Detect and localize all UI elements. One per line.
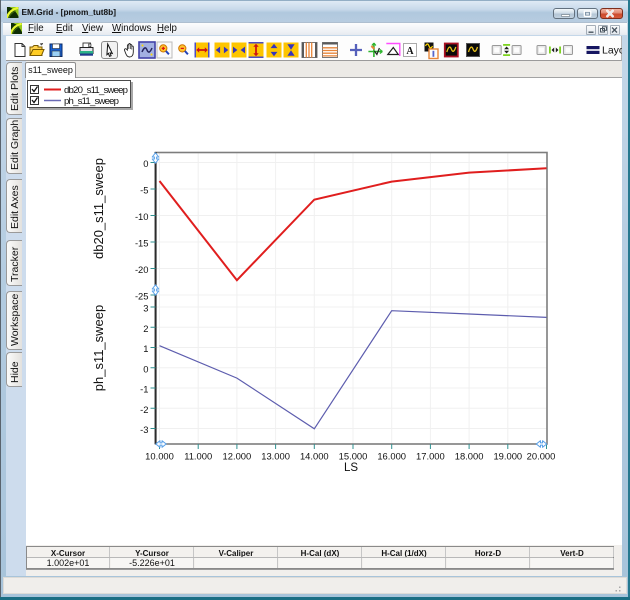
svg-text:ph_s11_sweep: ph_s11_sweep: [64, 96, 119, 107]
svg-text:1: 1: [143, 343, 148, 354]
svg-text:14.000: 14.000: [300, 451, 329, 462]
svg-text:3: 3: [143, 303, 148, 314]
svg-text:-3: -3: [140, 424, 148, 435]
svg-text:17.000: 17.000: [416, 451, 445, 462]
svg-text:-1: -1: [140, 384, 148, 395]
svg-text:-15: -15: [135, 238, 149, 249]
svg-text:ph_s11_sweep: ph_s11_sweep: [91, 305, 106, 392]
svg-text:-5: -5: [140, 185, 148, 196]
svg-text:-25: -25: [135, 291, 149, 302]
svg-text:0: 0: [143, 363, 148, 374]
svg-text:15.000: 15.000: [339, 451, 368, 462]
svg-text:db20_s11_sweep: db20_s11_sweep: [91, 158, 106, 259]
svg-text:-20: -20: [135, 264, 149, 275]
svg-text:Layout: Layout: [602, 44, 622, 56]
svg-text:11.000: 11.000: [184, 451, 212, 462]
svg-text:LS: LS: [344, 462, 358, 474]
svg-text:16.000: 16.000: [377, 451, 406, 462]
svg-text:10.000: 10.000: [145, 451, 174, 462]
svg-text:0: 0: [143, 158, 148, 169]
svg-text:-10: -10: [135, 211, 149, 222]
svg-text:19.000: 19.000: [493, 451, 522, 462]
svg-text:13.000: 13.000: [261, 451, 290, 462]
svg-text:db20_s11_sweep: db20_s11_sweep: [64, 85, 128, 96]
svg-text:12.000: 12.000: [223, 451, 252, 462]
svg-text:20.000: 20.000: [527, 451, 556, 462]
svg-text:2: 2: [143, 323, 148, 334]
svg-text:A: A: [406, 46, 414, 57]
svg-text:-2: -2: [140, 404, 148, 415]
svg-text:18.000: 18.000: [455, 451, 484, 462]
